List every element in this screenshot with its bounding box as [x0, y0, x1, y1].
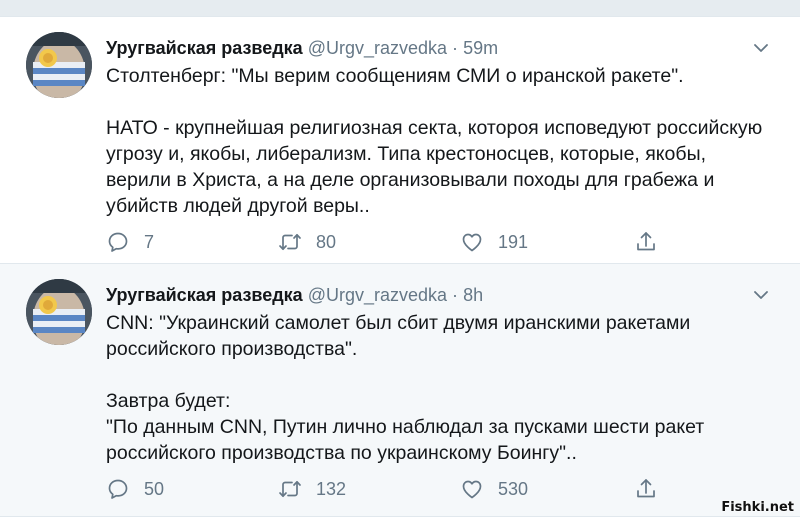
- retweet-icon: [279, 233, 301, 251]
- separator: ·: [452, 38, 459, 58]
- tweet-line: убийств людей другой веры..: [106, 195, 370, 217]
- share-icon: [637, 479, 655, 498]
- separator: ·: [452, 285, 459, 305]
- tweet[interactable]: Уругвайская разведка @Urgv_razvedka · 59…: [0, 17, 800, 264]
- tweet-text: Столтенберг: "Мы верим сообщениям СМИ о …: [106, 63, 778, 219]
- tweet-line: Завтра будет:: [106, 390, 231, 412]
- retweet-icon: [279, 480, 301, 498]
- tweet-actions: 7 80 191: [106, 227, 666, 257]
- watermark: Fishki.net: [721, 500, 794, 515]
- tweet-line: Столтенберг: "Мы верим сообщениям СМИ о …: [106, 65, 684, 87]
- tweet-line: CNN: "Украинский самолет был сбит двумя …: [106, 312, 691, 334]
- reply-icon: [108, 479, 128, 499]
- like-button[interactable]: 530: [460, 474, 528, 504]
- retweet-count: 132: [316, 478, 347, 499]
- reply-count: 50: [144, 478, 165, 499]
- tweet-header: Уругвайская разведка @Urgv_razvedka · 59…: [106, 37, 498, 59]
- tweet-line: "По данным CNN, Путин лично наблюдал за …: [106, 416, 705, 438]
- reply-icon: [108, 232, 128, 252]
- author-name[interactable]: Уругвайская разведка: [106, 38, 303, 58]
- paragraph-break: [106, 362, 778, 388]
- reply-count: 7: [144, 231, 155, 252]
- tweet-actions: 50 132 530: [106, 474, 666, 504]
- timestamp[interactable]: 59m: [463, 38, 498, 58]
- tweet-line: НАТО - крупнейшая религиозная секта, кот…: [106, 117, 763, 139]
- share-button[interactable]: [634, 227, 672, 257]
- retweet-button[interactable]: 132: [278, 474, 346, 504]
- chevron-down-icon[interactable]: [752, 286, 770, 304]
- author-handle[interactable]: @Urgv_razvedka: [308, 285, 447, 305]
- timestamp[interactable]: 8h: [463, 285, 483, 305]
- tweet-line: угрозу и, якобы, либерализм. Типа кресто…: [106, 143, 707, 165]
- tweet-line: российского производства".: [106, 338, 358, 360]
- like-count: 530: [498, 478, 529, 499]
- timeline-top-divider: [0, 0, 800, 17]
- heart-icon: [462, 233, 482, 252]
- like-count: 191: [498, 231, 529, 252]
- tweet-line: российского производства по украинскому …: [106, 442, 577, 464]
- like-button[interactable]: 191: [460, 227, 528, 257]
- share-button[interactable]: [634, 474, 672, 504]
- tweet-header: Уругвайская разведка @Urgv_razvedka · 8h: [106, 284, 483, 306]
- retweet-button[interactable]: 80: [278, 227, 336, 257]
- avatar[interactable]: [26, 279, 92, 345]
- tweet-text: CNN: "Украинский самолет был сбит двумя …: [106, 310, 778, 466]
- heart-icon: [462, 480, 482, 499]
- paragraph-break: [106, 89, 778, 115]
- chevron-down-icon[interactable]: [752, 39, 770, 57]
- avatar[interactable]: [26, 32, 92, 98]
- share-icon: [637, 232, 655, 251]
- retweet-count: 80: [316, 231, 337, 252]
- reply-button[interactable]: 50: [106, 474, 164, 504]
- author-name[interactable]: Уругвайская разведка: [106, 285, 303, 305]
- tweet-line: верили в Христа, а на деле организовывал…: [106, 169, 715, 191]
- tweet[interactable]: Уругвайская разведка @Urgv_razvedka · 8h…: [0, 264, 800, 517]
- reply-button[interactable]: 7: [106, 227, 154, 257]
- author-handle[interactable]: @Urgv_razvedka: [308, 38, 447, 58]
